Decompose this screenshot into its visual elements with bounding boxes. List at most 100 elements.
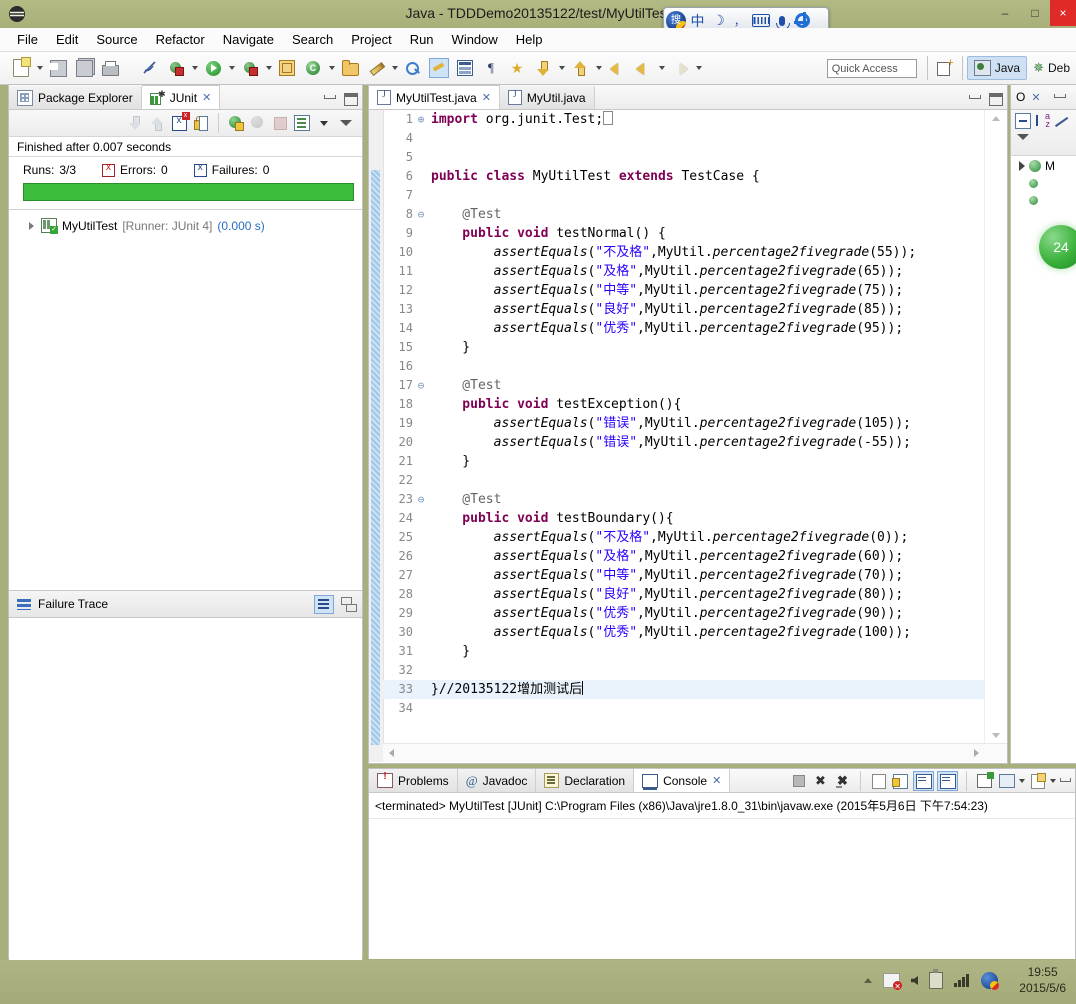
usb-eject-icon[interactable] bbox=[929, 969, 943, 989]
fold-marker-icon[interactable] bbox=[415, 585, 427, 604]
maximize-view-icon[interactable] bbox=[344, 93, 358, 106]
run-button[interactable] bbox=[201, 56, 225, 80]
code-line[interactable]: 25 assertEquals("不及格",MyUtil.percentage2… bbox=[383, 528, 985, 547]
code-line[interactable]: 5 bbox=[383, 148, 985, 167]
previous-annotation-button[interactable] bbox=[568, 56, 592, 80]
fold-marker-icon[interactable]: ⊖ bbox=[415, 490, 427, 509]
fold-marker-icon[interactable] bbox=[415, 623, 427, 642]
next-annotation-button[interactable] bbox=[531, 56, 555, 80]
tab-myutiltest-close-icon[interactable]: ✕ bbox=[482, 91, 491, 104]
display-console-dropdown-arrow[interactable] bbox=[1019, 779, 1025, 783]
outline-view-menu-icon[interactable] bbox=[1017, 134, 1029, 140]
new-button[interactable] bbox=[9, 56, 33, 80]
scroll-lock-button[interactable] bbox=[191, 113, 211, 133]
menu-file[interactable]: File bbox=[8, 30, 47, 49]
code-line[interactable]: 30 assertEquals("优秀",MyUtil.percentage2f… bbox=[383, 623, 985, 642]
tab-problems[interactable]: Problems bbox=[369, 769, 458, 792]
fold-marker-icon[interactable] bbox=[415, 167, 427, 186]
minimize-editor-icon[interactable] bbox=[968, 93, 981, 103]
sort-alphabetically-button[interactable] bbox=[1035, 111, 1050, 129]
toggle-breadcrumb-button[interactable] bbox=[138, 56, 162, 80]
tab-junit-close-icon[interactable]: ✕ bbox=[202, 91, 211, 104]
show-pilcrow-button[interactable]: ¶ bbox=[479, 56, 503, 80]
menu-help[interactable]: Help bbox=[507, 30, 552, 49]
outline-root-item[interactable]: M bbox=[1011, 156, 1076, 173]
sogou-logo-icon[interactable]: 搜 bbox=[666, 10, 686, 31]
tab-myutil-java[interactable]: MyUtil.java bbox=[499, 86, 595, 109]
fold-marker-icon[interactable]: ⊖ bbox=[415, 376, 427, 395]
fold-marker-icon[interactable] bbox=[415, 452, 427, 471]
scroll-down-icon[interactable] bbox=[992, 733, 1000, 738]
favorites-button[interactable]: ★ bbox=[505, 56, 529, 80]
hide-fields-button[interactable] bbox=[1054, 114, 1069, 129]
new-dropdown-arrow[interactable] bbox=[34, 57, 45, 79]
display-selected-console-button[interactable] bbox=[997, 772, 1016, 790]
tab-declaration[interactable]: Declaration bbox=[536, 769, 635, 792]
code-line[interactable]: 29 assertEquals("优秀",MyUtil.percentage2f… bbox=[383, 604, 985, 623]
network-signal-icon[interactable] bbox=[954, 974, 970, 987]
toggle-mark-occurrences-button[interactable] bbox=[427, 56, 451, 80]
code-line[interactable]: 27 assertEquals("中等",MyUtil.percentage2f… bbox=[383, 566, 985, 585]
back-button[interactable] bbox=[631, 56, 655, 80]
code-line[interactable]: 7 bbox=[383, 186, 985, 205]
code-line[interactable]: 34 bbox=[383, 699, 985, 718]
code-line[interactable]: 24 public void testBoundary(){ bbox=[383, 509, 985, 528]
code-line[interactable]: 6 public class MyUtilTest extends TestCas… bbox=[383, 167, 985, 186]
test-run-history-button[interactable] bbox=[292, 113, 312, 133]
collapse-all-button[interactable] bbox=[1015, 113, 1031, 129]
console-output-body[interactable] bbox=[369, 819, 1075, 959]
minimize-console-icon[interactable] bbox=[1059, 776, 1071, 786]
show-hidden-icons-icon[interactable] bbox=[864, 978, 872, 983]
code-line[interactable]: 9 public void testNormal() { bbox=[383, 224, 985, 243]
save-button[interactable] bbox=[46, 56, 70, 80]
editor-horizontal-scrollbar[interactable] bbox=[383, 743, 1007, 762]
forward-button[interactable] bbox=[668, 56, 692, 80]
filter-stack-trace-button[interactable] bbox=[314, 594, 334, 614]
menu-refactor[interactable]: Refactor bbox=[147, 30, 214, 49]
fold-marker-icon[interactable] bbox=[415, 547, 427, 566]
code-line[interactable]: 10 assertEquals("不及格",MyUtil.percentage2… bbox=[383, 243, 985, 262]
expand-arrow-icon[interactable] bbox=[27, 221, 36, 230]
fold-marker-icon[interactable] bbox=[415, 414, 427, 433]
code-line[interactable]: 23 ⊖ @Test bbox=[383, 490, 985, 509]
stop-test-button[interactable] bbox=[270, 113, 290, 133]
code-line[interactable]: 21 } bbox=[383, 452, 985, 471]
fold-marker-icon[interactable] bbox=[415, 566, 427, 585]
fold-marker-icon[interactable] bbox=[415, 509, 427, 528]
scroll-left-icon[interactable] bbox=[389, 749, 394, 757]
fold-marker-icon[interactable] bbox=[415, 661, 427, 680]
compare-result-button[interactable] bbox=[341, 597, 357, 612]
fold-marker-icon[interactable] bbox=[415, 395, 427, 414]
code-content[interactable]: 1 ⊕ import org.junit.Test; 4 5 6 public class … bbox=[383, 110, 985, 744]
tree-row[interactable]: ✓ MyUtilTest [Runner: JUnit 4] (0.000 s) bbox=[9, 216, 362, 235]
forward-dropdown-arrow[interactable] bbox=[693, 57, 704, 79]
code-line[interactable]: 8 ⊖ @Test bbox=[383, 205, 985, 224]
editor-vertical-scrollbar[interactable] bbox=[984, 110, 1007, 744]
perspective-debug[interactable]: ✵ Deb bbox=[1027, 57, 1076, 79]
show-whitespace-button[interactable] bbox=[453, 56, 477, 80]
scroll-right-icon[interactable] bbox=[974, 749, 979, 757]
fold-marker-icon[interactable] bbox=[415, 262, 427, 281]
minimize-button[interactable]: – bbox=[990, 0, 1020, 26]
print-button[interactable] bbox=[98, 56, 122, 80]
fold-marker-icon[interactable] bbox=[415, 129, 427, 148]
tab-console[interactable]: Console ✕ bbox=[634, 768, 731, 792]
clear-console-button[interactable] bbox=[869, 772, 888, 790]
code-line[interactable]: 28 assertEquals("良好",MyUtil.percentage2f… bbox=[383, 585, 985, 604]
menu-source[interactable]: Source bbox=[87, 30, 146, 49]
debug-dropdown-arrow[interactable] bbox=[189, 57, 200, 79]
code-line[interactable]: 19 assertEquals("错误",MyUtil.percentage2f… bbox=[383, 414, 985, 433]
previous-annotation-dropdown-arrow[interactable] bbox=[593, 57, 604, 79]
code-line[interactable]: 12 assertEquals("中等",MyUtil.percentage2f… bbox=[383, 281, 985, 300]
next-failure-button[interactable] bbox=[125, 113, 145, 133]
show-failures-only-button[interactable]: x bbox=[169, 111, 190, 133]
fold-marker-icon[interactable] bbox=[415, 243, 427, 262]
code-line[interactable]: 18 public void testException(){ bbox=[383, 395, 985, 414]
open-type-button[interactable] bbox=[338, 56, 362, 80]
fold-marker-icon[interactable]: ⊖ bbox=[415, 205, 427, 224]
fold-marker-icon[interactable] bbox=[415, 528, 427, 547]
menu-window[interactable]: Window bbox=[443, 30, 507, 49]
menu-run[interactable]: Run bbox=[401, 30, 443, 49]
run-dropdown-arrow[interactable] bbox=[226, 57, 237, 79]
code-line[interactable]: 17 ⊖ @Test bbox=[383, 376, 985, 395]
